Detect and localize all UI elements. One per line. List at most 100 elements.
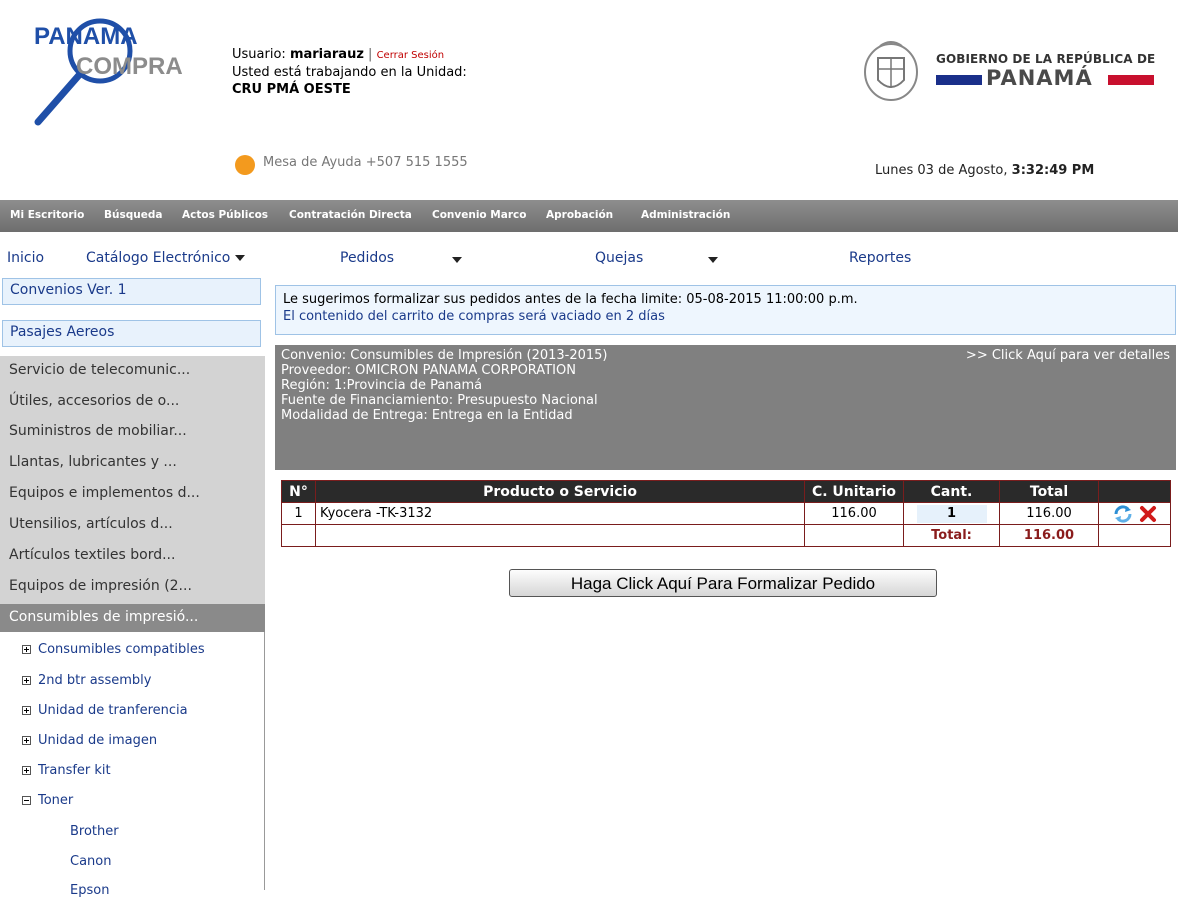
convenio-modalidad: Modalidad de Entrega: Entrega en la Enti…: [281, 408, 573, 423]
expand-plus-icon[interactable]: [22, 766, 31, 775]
row-unit-cost: 116.00: [804, 502, 904, 525]
tree-item-unidad-tranferencia[interactable]: Unidad de tranferencia: [22, 703, 188, 718]
tree-item-label: Unidad de tranferencia: [38, 703, 188, 718]
tree-item-unidad-imagen[interactable]: Unidad de imagen: [22, 733, 157, 748]
flag-stripe-red: [1108, 75, 1154, 85]
col-total: Total: [999, 480, 1099, 503]
subnav-reportes[interactable]: Reportes: [849, 250, 911, 266]
chevron-down-icon[interactable]: [452, 257, 462, 263]
current-datetime: Lunes 03 de Agosto, 3:32:49 PM: [875, 163, 1094, 178]
panamacompra-logo[interactable]: PANAMA COMPRA: [28, 18, 218, 130]
nav-actos-publicos[interactable]: Actos Públicos: [182, 209, 268, 221]
table-total-row: Total: 116.00: [281, 524, 1171, 547]
empty-cell: [315, 524, 805, 547]
deadline-notice: Le sugerimos formalizar sus pedidos ante…: [275, 285, 1176, 335]
government-line1: GOBIERNO DE LA REPÚBLICA DE: [936, 52, 1156, 66]
sidebar-pasajes-aereos[interactable]: Pasajes Aereos: [2, 320, 261, 347]
sidebar-category[interactable]: Útiles, accesorios de o...: [9, 393, 179, 409]
empty-cell: [1098, 524, 1171, 547]
sidebar-category[interactable]: Suministros de mobiliar...: [9, 423, 187, 439]
sidebar-category[interactable]: Equipos e implementos d...: [9, 485, 200, 501]
nav-mi-escritorio[interactable]: Mi Escritorio: [10, 209, 84, 221]
subnav-catalogo-label: Catálogo Electrónico: [86, 250, 231, 266]
cart-table: N° Producto o Servicio C. Unitario Cant.…: [281, 480, 1171, 547]
logo-text-1: PANAMA: [34, 23, 138, 50]
sidebar-convenios-ver1[interactable]: Convenios Ver. 1: [2, 278, 261, 305]
col-unit-cost: C. Unitario: [804, 480, 904, 503]
refresh-icon[interactable]: [1112, 504, 1134, 523]
tree-item-consumibles-compatibles[interactable]: Consumibles compatibles: [22, 642, 205, 657]
date-text: Lunes 03 de Agosto,: [875, 163, 1008, 178]
collapse-minus-icon[interactable]: [22, 796, 31, 805]
tree-item-toner[interactable]: Toner: [22, 793, 73, 808]
government-line2: PANAMÁ: [986, 66, 1093, 90]
sidebar-divider: [264, 632, 265, 890]
sidebar-category[interactable]: Llantas, lubricantes y ...: [9, 454, 177, 470]
sidebar-active-label: Consumibles de impresió...: [9, 609, 199, 625]
expand-plus-icon[interactable]: [22, 676, 31, 685]
convenio-proveedor: Proveedor: OMICRON PANAMA CORPORATION: [281, 363, 576, 378]
separator: |: [368, 47, 373, 62]
formalize-order-button[interactable]: Haga Click Aquí Para Formalizar Pedido: [509, 569, 937, 597]
table-header-row: N° Producto o Servicio C. Unitario Cant.…: [281, 480, 1171, 503]
expand-plus-icon[interactable]: [22, 706, 31, 715]
sidebar-category[interactable]: Servicio de telecomunic...: [9, 362, 190, 378]
expand-plus-icon[interactable]: [22, 645, 31, 654]
sidebar-category[interactable]: Equipos de impresión (2...: [9, 578, 192, 594]
col-product: Producto o Servicio: [315, 480, 805, 503]
details-link[interactable]: >> Click Aquí para ver detalles: [966, 348, 1170, 363]
user-label: Usuario:: [232, 47, 286, 62]
unit-label: Usted está trabajando en la Unidad:: [232, 65, 467, 80]
logout-link[interactable]: Cerrar Sesión: [377, 50, 445, 61]
logo-text-2: COMPRA: [76, 53, 183, 80]
nav-busqueda[interactable]: Búsqueda: [104, 209, 162, 221]
chevron-down-icon[interactable]: [708, 257, 718, 263]
tree-subitem-canon[interactable]: Canon: [70, 854, 111, 869]
flag-stripe-blue: [936, 75, 982, 85]
time-text: 3:32:49 PM: [1011, 163, 1095, 178]
tree-subitem-epson[interactable]: Epson: [70, 883, 109, 898]
nav-convenio-marco[interactable]: Convenio Marco: [432, 209, 526, 221]
sidebar-category[interactable]: Artículos textiles bord...: [9, 547, 175, 563]
quantity-input[interactable]: 1: [916, 504, 987, 523]
tree-item-label: Toner: [38, 793, 74, 808]
convenio-region: Región: 1:Provincia de Panamá: [281, 378, 483, 393]
helpdesk-text: Mesa de Ayuda +507 515 1555: [263, 155, 468, 170]
row-product: Kyocera -TK-3132: [315, 502, 805, 525]
row-num: 1: [281, 502, 316, 525]
delete-icon[interactable]: [1139, 505, 1157, 523]
notice-deadline: Le sugerimos formalizar sus pedidos ante…: [283, 292, 858, 307]
subnav-quejas[interactable]: Quejas: [595, 250, 643, 266]
col-qty: Cant.: [903, 480, 1000, 503]
tree-item-label: Transfer kit: [38, 763, 111, 778]
unit-name: CRU PMÁ OESTE: [232, 82, 351, 97]
total-label: Total:: [903, 524, 1000, 547]
chevron-down-icon: [234, 255, 245, 261]
convenio-fuente: Fuente de Financiamiento: Presupuesto Na…: [281, 393, 598, 408]
tree-item-transfer-kit[interactable]: Transfer kit: [22, 763, 111, 778]
table-row: 1 Kyocera -TK-3132 116.00 1 116.00: [281, 502, 1171, 525]
tree-item-label: Consumibles compatibles: [38, 642, 205, 657]
nav-contratacion-directa[interactable]: Contratación Directa: [289, 209, 412, 221]
col-actions: [1098, 480, 1171, 503]
tree-item-label: 2nd btr assembly: [38, 673, 152, 688]
tree-item-2nd-btr-assembly[interactable]: 2nd btr assembly: [22, 673, 151, 688]
subnav-inicio[interactable]: Inicio: [7, 250, 44, 266]
coat-of-arms-icon: [858, 36, 924, 104]
row-qty-cell: 1: [903, 502, 1000, 525]
sidebar-category[interactable]: Utensilios, artículos d...: [9, 516, 173, 532]
subnav-pedidos[interactable]: Pedidos: [340, 250, 394, 266]
notice-cart-expiry: El contenido del carrito de compras será…: [283, 309, 665, 324]
nav-aprobacion[interactable]: Aprobación: [546, 209, 613, 221]
sidebar-category-active[interactable]: Consumibles de impresió...: [0, 604, 265, 632]
main-nav-bar: Mi Escritorio Búsqueda Actos Públicos Co…: [0, 200, 1178, 232]
tree-subitem-brother[interactable]: Brother: [70, 824, 119, 839]
convenio-info-panel: >> Click Aquí para ver detalles Convenio…: [275, 345, 1176, 470]
sidebar-categories: Servicio de telecomunic... Útiles, acces…: [0, 356, 265, 604]
empty-cell: [804, 524, 904, 547]
nav-administracion[interactable]: Administración: [641, 209, 730, 221]
tree-item-label: Unidad de imagen: [38, 733, 158, 748]
row-actions: [1098, 502, 1171, 525]
expand-plus-icon[interactable]: [22, 736, 31, 745]
subnav-catalogo[interactable]: Catálogo Electrónico: [86, 250, 245, 266]
